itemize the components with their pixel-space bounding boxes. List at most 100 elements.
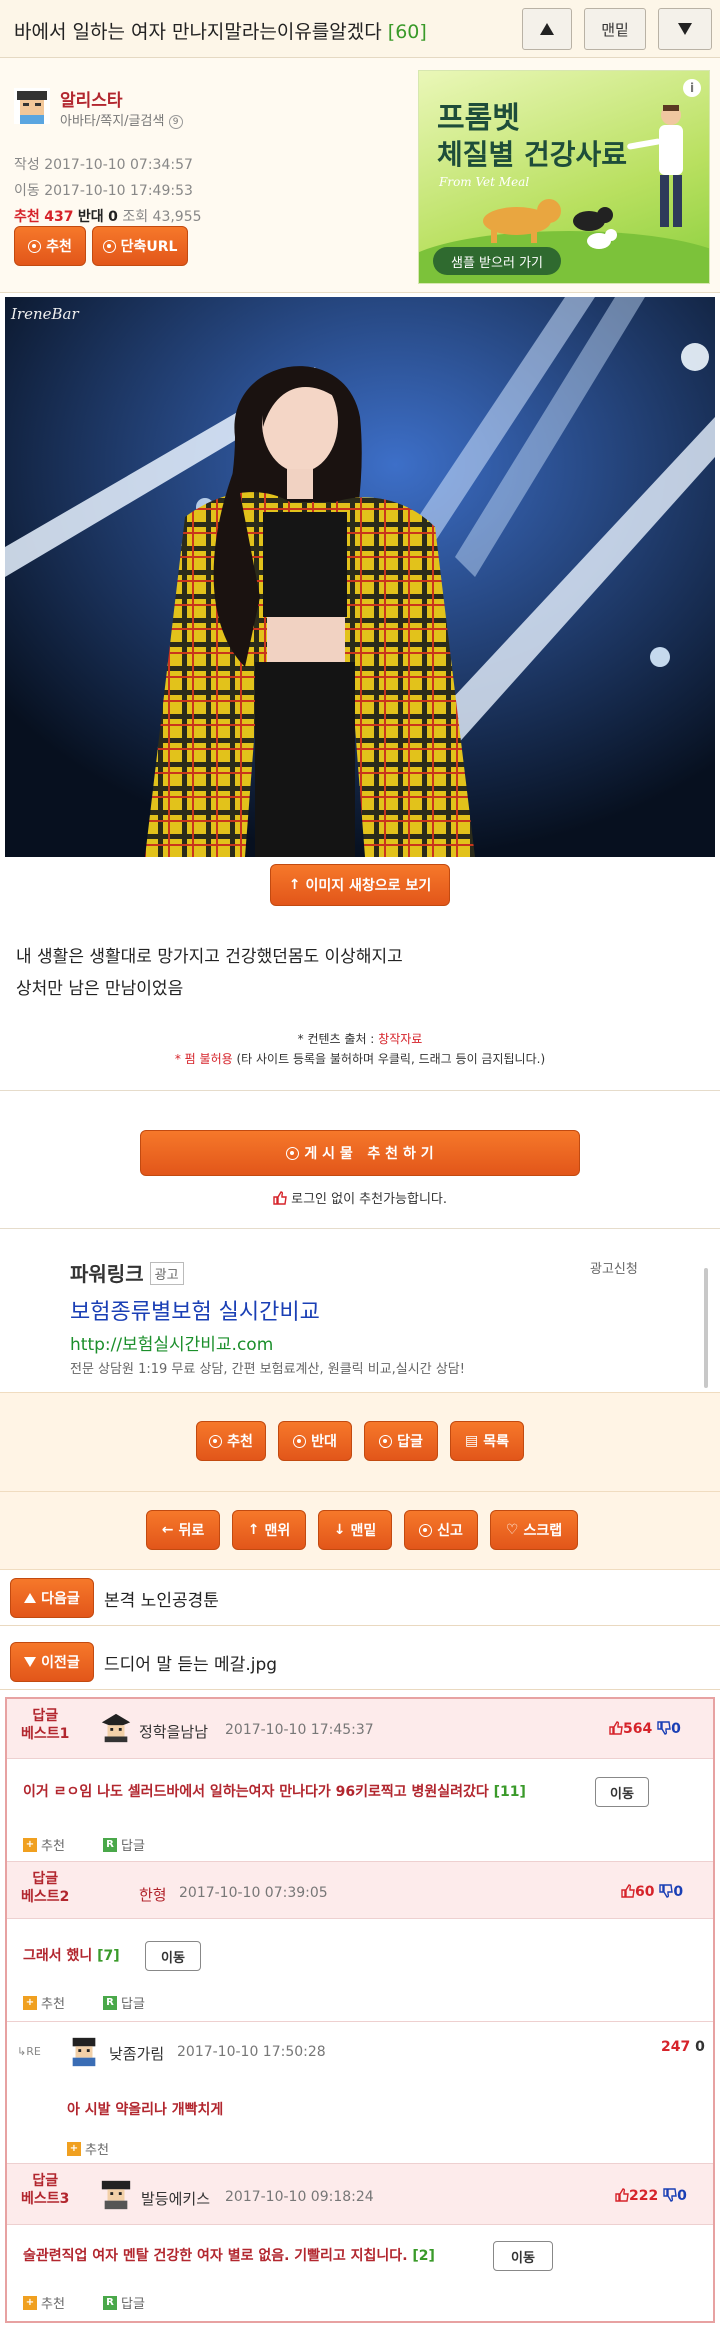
report-button[interactable]: 신고 (404, 1510, 478, 1550)
triangle-up-icon (540, 23, 554, 35)
comment-recommend[interactable]: + 추천 (23, 2293, 65, 2312)
post-recommend-button[interactable]: 게 시 물 추 천 하 기 (140, 1130, 580, 1176)
bottom-nav-button[interactable]: ↓ 맨밑 (318, 1510, 392, 1550)
thumbs-up-icon (615, 2188, 629, 2202)
comment-votes[interactable]: 60 0 (621, 1884, 683, 1900)
action-label: 목록 (483, 1434, 509, 1450)
recommend-label: 추천 (46, 239, 72, 255)
top-button[interactable]: ↑ 맨위 (232, 1510, 306, 1550)
author-name[interactable]: 알리스타 (60, 86, 123, 111)
next-post-title[interactable]: 본격 노인공경툰 (104, 1586, 219, 1611)
plus-icon: + (23, 1995, 37, 2010)
short-url-button[interactable]: 단축URL (92, 226, 188, 266)
comment-count[interactable]: [60] (388, 21, 427, 43)
comment-author[interactable]: 한형 (139, 1884, 167, 1905)
scroll-up-button[interactable] (522, 8, 572, 50)
prev-post-title[interactable]: 드디어 말 듣는 메갈.jpg (104, 1650, 277, 1675)
best-tag-rank: 베스트1 (21, 1726, 70, 1742)
move-button[interactable]: 이동 (145, 1941, 201, 1971)
triangle-down-icon (678, 23, 692, 35)
level-icon: 9 (168, 114, 183, 129)
comment-votes[interactable]: 222 0 (615, 2188, 687, 2204)
circle-dot-icon (28, 239, 42, 253)
comment-reply[interactable]: R 답글 (103, 1835, 145, 1854)
next-post-button[interactable]: 다음글 (10, 1578, 94, 1618)
circle-r-icon (379, 1434, 393, 1448)
oppose-action-button[interactable]: 반대 (278, 1421, 352, 1461)
comment-author[interactable]: 낮좀가림 (109, 2043, 164, 2064)
best-tag: 답글 베스트2 (21, 1870, 69, 1906)
reply-count[interactable]: [7] (97, 1948, 120, 1964)
circle-a-icon (419, 1523, 433, 1537)
move-button[interactable]: 이동 (595, 1777, 649, 1807)
short-url-label: 단축URL (120, 239, 178, 255)
divider (7, 2021, 713, 2022)
recommend-action-button[interactable]: 추천 (196, 1421, 266, 1461)
permission-line: * 펌 불허용 (타 사이트 등록을 불허하며 우클릭, 드래그 등이 금지됩니… (174, 1052, 546, 1066)
best-tag-reply: 답글 (32, 2173, 59, 2189)
comment-body: 그래서 했니 (23, 1948, 93, 1964)
avatar[interactable] (99, 1713, 133, 1743)
comment-header: 답글 베스트3 발등에키스 2017-10-10 09:18:24 222 0 (7, 2163, 713, 2225)
avatar[interactable] (99, 2180, 133, 2210)
ad-badge: 광고 (149, 1262, 184, 1285)
powerlink-headline[interactable]: 보험종류별보험 실시간비교 (70, 1294, 320, 1326)
recommend-button[interactable]: 추천 (14, 226, 86, 266)
ad-cta-button[interactable]: 샘플 받으러 가기 (433, 247, 561, 275)
bottom-button[interactable]: 맨밑 (584, 8, 646, 50)
comment-header: 답글 베스트2 한형 2017-10-10 07:39:05 60 0 (7, 1861, 713, 1919)
author-links[interactable]: 아바타/쪽지/글검색 9 (60, 110, 183, 129)
avatar[interactable] (67, 2037, 101, 2067)
comment-votes[interactable]: 247 0 (661, 2039, 705, 2055)
post-image[interactable]: IreneBar (5, 297, 715, 857)
author-links-text[interactable]: 아바타/쪽지/글검색 (60, 114, 164, 129)
ad-script-text: From Vet Meal (439, 175, 530, 189)
comment-body: 아 시발 약올리나 개빡치게 (67, 2102, 224, 2118)
back-button[interactable]: ← 뒤로 (146, 1510, 220, 1550)
comment-text: 그래서 했니 [7] (23, 1945, 120, 1965)
ad-apply-link[interactable]: 광고신청 (590, 1258, 638, 1277)
arrow-left-icon: ← (161, 1522, 174, 1538)
circle-dot-icon (286, 1146, 300, 1160)
comment-text: 이거 ㄹㅇ임 나도 셀러드바에서 일하는여자 만나다가 96키로찍고 병원실려갔… (23, 1781, 526, 1801)
comment-text: 아 시발 약올리나 개빡치게 (67, 2099, 223, 2119)
ad-info-icon[interactable]: i (683, 79, 701, 97)
comment-reply[interactable]: R 답글 (103, 2293, 145, 2312)
reply-action-button[interactable]: 답글 (364, 1421, 438, 1461)
post-body-line-2: 상처만 남은 만남이었음 (16, 979, 184, 999)
arrow-up-icon: ↑ (288, 877, 301, 893)
scroll-down-button[interactable] (658, 8, 712, 50)
thumbs-up-icon (273, 1191, 287, 1205)
best-tag-rank: 베스트2 (21, 1889, 70, 1905)
powerlink-url[interactable]: http://보험실시간비교.com (70, 1330, 273, 1355)
comment-reply[interactable]: R 답글 (103, 1993, 145, 2012)
reply-arrow-icon: ↳ (17, 2045, 27, 2058)
reply-count[interactable]: [2] (412, 2248, 435, 2264)
comment-recommend[interactable]: + 추천 (67, 2139, 109, 2158)
list-action-button[interactable]: ▤ 목록 (450, 1421, 524, 1461)
next-post-row[interactable]: 다음글 본격 노인공경툰 (0, 1570, 720, 1626)
prev-post-row[interactable]: 이전글 드디어 말 듣는 메갈.jpg (0, 1634, 720, 1690)
heart-icon: ♡ (505, 1522, 519, 1538)
up-count: 222 (629, 2188, 659, 2204)
concert-photo (5, 297, 715, 857)
reply-label: 답글 (121, 1839, 145, 1854)
scrap-button[interactable]: ♡ 스크랩 (490, 1510, 578, 1550)
comment-recommend[interactable]: + 추천 (23, 1993, 65, 2012)
comment-author[interactable]: 정학을남남 (139, 1721, 208, 1742)
view-image-new-window-button[interactable]: ↑ 이미지 새창으로 보기 (270, 864, 450, 906)
prev-post-button[interactable]: 이전글 (10, 1642, 94, 1682)
ad-headline-1: 프롬벳 (437, 101, 520, 136)
action-label: 스크랩 (523, 1523, 563, 1539)
best-comments: 답글 베스트1 정학을남남 2017-10-10 17:45:37 564 0 … (5, 1697, 715, 2323)
banner-ad[interactable]: i 프롬벳 체질별 건강사료 From Vet Meal 샘플 받으러 가기 (418, 70, 710, 284)
move-button[interactable]: 이동 (493, 2241, 553, 2271)
scrollbar[interactable] (704, 1268, 708, 1388)
action-label: 뒤로 (178, 1523, 205, 1539)
powerlink-title-text: 파워링크 (70, 1262, 144, 1286)
comment-votes[interactable]: 564 0 (609, 1721, 681, 1737)
reply-count[interactable]: [11] (494, 1784, 526, 1800)
comment-recommend[interactable]: + 추천 (23, 1835, 65, 1854)
avatar[interactable] (14, 88, 50, 124)
comment-author[interactable]: 발등에키스 (141, 2188, 210, 2209)
